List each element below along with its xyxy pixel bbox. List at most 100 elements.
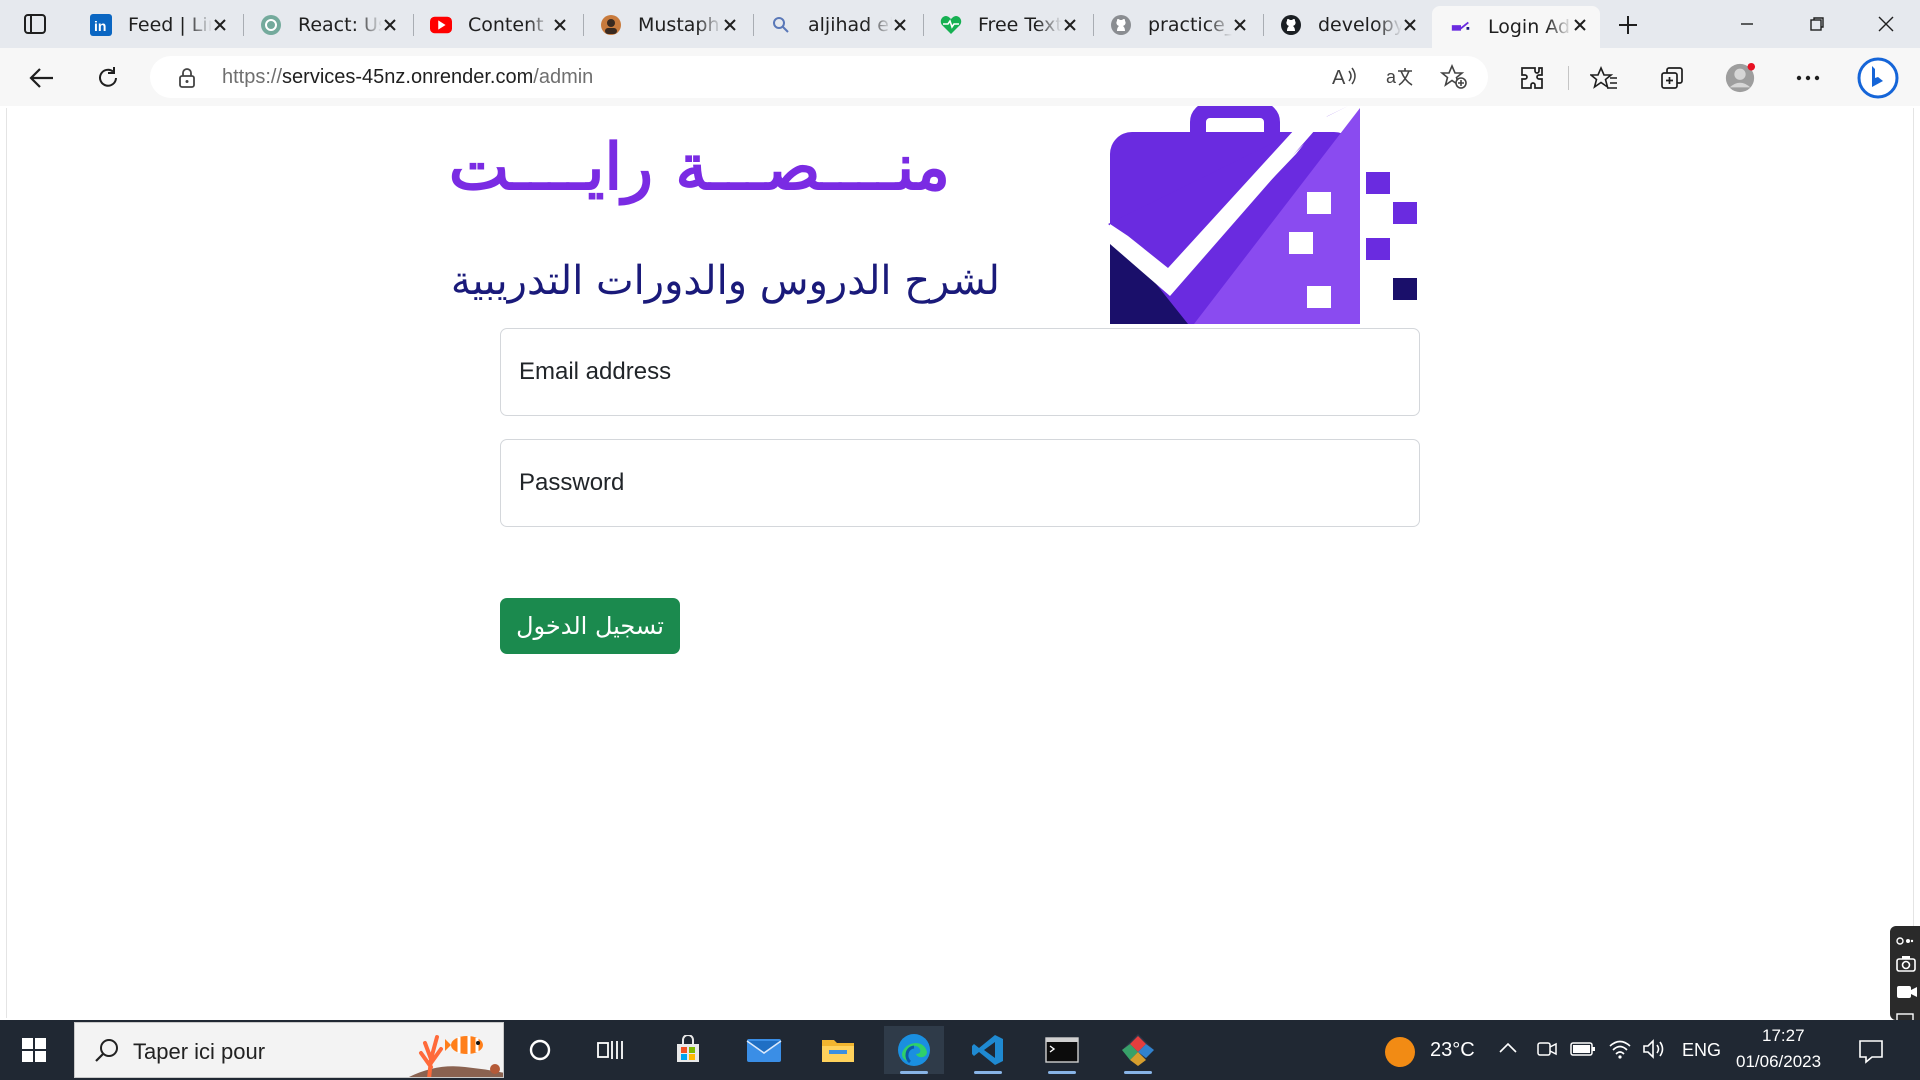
tab-title: practice_ [1148, 14, 1232, 36]
email-input[interactable] [519, 329, 1399, 415]
tab-title: developy [1318, 14, 1402, 36]
task-view-icon[interactable] [580, 1026, 640, 1074]
running-indicator [1124, 1071, 1152, 1074]
search-placeholder: Taper ici pour [133, 1039, 266, 1064]
video-icon[interactable] [1896, 984, 1918, 1003]
file-explorer-icon[interactable] [808, 1026, 868, 1074]
add-favorite-icon[interactable] [1439, 63, 1468, 94]
minimize-button[interactable] [1727, 8, 1767, 40]
password-input[interactable] [519, 440, 1399, 526]
taskbar: Taper ici pour 23°C ENG 17:27 01/06/2023 [0, 1020, 1920, 1080]
running-indicator [900, 1071, 928, 1074]
avatar-icon [600, 14, 622, 36]
close-tab-icon[interactable] [1400, 15, 1420, 35]
linkedin-icon: in [90, 14, 112, 36]
tab-title: Feed | LinkedIn [128, 14, 212, 36]
running-indicator [1048, 1071, 1076, 1074]
tab-actions-icon[interactable] [14, 10, 56, 38]
close-tab-icon[interactable] [1570, 15, 1590, 35]
search-icon [93, 1037, 121, 1069]
app-gem-icon[interactable] [1108, 1026, 1168, 1074]
link-icon[interactable] [1896, 932, 1914, 951]
heart-pulse-icon [940, 14, 962, 36]
volume-icon[interactable] [1642, 1038, 1666, 1064]
mail-icon[interactable] [734, 1026, 794, 1074]
url-scheme: https:// [222, 66, 283, 88]
side-tools-panel [1890, 926, 1920, 1023]
close-tab-icon[interactable] [1230, 15, 1250, 35]
close-window-button[interactable] [1866, 8, 1906, 40]
cortana-icon[interactable] [510, 1026, 570, 1074]
favorites-icon[interactable] [1588, 62, 1620, 94]
toolbar-divider [1568, 66, 1569, 90]
close-tab-icon[interactable] [380, 15, 400, 35]
tab-title: Content [468, 14, 544, 36]
tab-mustapha[interactable]: Mustapha [582, 6, 750, 44]
tab-youtube[interactable]: Content [412, 6, 580, 44]
notifications-icon[interactable] [1858, 1038, 1884, 1068]
store-icon[interactable] [658, 1026, 718, 1074]
tab-title: React: Using [298, 14, 382, 36]
login-button[interactable]: تسجيل الدخول [500, 598, 680, 654]
brand-logo [1108, 106, 1417, 324]
translate-icon[interactable]: a [1386, 65, 1414, 93]
github-icon [1280, 14, 1302, 36]
back-button[interactable] [26, 62, 58, 94]
brand-subtitle: لشرح الدروس والدورات التدريبية [450, 258, 1000, 304]
address-bar[interactable]: https://services-45nz.onrender.com/admin… [150, 56, 1488, 98]
tab-github-practice[interactable]: practice_ [1092, 6, 1260, 44]
tab-chatgpt[interactable]: React: Using [242, 6, 410, 44]
tab-github-developy[interactable]: developy [1262, 6, 1430, 44]
refresh-button[interactable] [92, 62, 124, 94]
tab-title: aljihad el [808, 14, 892, 36]
close-tab-icon[interactable] [550, 15, 570, 35]
lock-icon[interactable] [178, 67, 196, 93]
weather-icon[interactable] [1384, 1036, 1416, 1072]
read-aloud-icon[interactable]: A [1332, 65, 1360, 93]
search-icon [770, 14, 792, 36]
close-tab-icon[interactable] [720, 15, 740, 35]
extensions-icon[interactable] [1516, 62, 1548, 94]
close-tab-icon[interactable] [890, 15, 910, 35]
wifi-icon[interactable] [1608, 1038, 1632, 1064]
meet-now-icon[interactable] [1536, 1038, 1558, 1064]
clock-time[interactable]: 17:27 [1762, 1026, 1805, 1046]
svg-text:in: in [94, 18, 106, 34]
tab-free-text[interactable]: Free Text [922, 6, 1090, 44]
running-indicator [974, 1071, 1002, 1074]
url-path: /admin [533, 66, 594, 88]
clock-date[interactable]: 01/06/2023 [1736, 1052, 1821, 1072]
restore-button[interactable] [1797, 8, 1837, 40]
tab-linkedin[interactable]: in Feed | LinkedIn [72, 6, 240, 44]
browser-toolbar: https://services-45nz.onrender.com/admin… [0, 48, 1920, 106]
edge-taskbar-icon[interactable] [884, 1026, 944, 1074]
battery-icon[interactable] [1570, 1040, 1596, 1062]
weather-temp[interactable]: 23°C [1430, 1039, 1475, 1062]
site-logo-icon [1450, 16, 1472, 38]
close-tab-icon[interactable] [1060, 15, 1080, 35]
start-button[interactable] [4, 1026, 64, 1074]
collections-icon[interactable] [1656, 62, 1688, 94]
bing-chat-icon[interactable] [1856, 57, 1900, 99]
chevron-up-icon[interactable] [1498, 1040, 1518, 1060]
close-tab-icon[interactable] [210, 15, 230, 35]
new-tab-button[interactable] [1613, 10, 1643, 40]
brand-title: منــــصـــة رايــــت [448, 130, 950, 205]
tab-title: Free Text [978, 14, 1062, 36]
language-indicator[interactable]: ENG [1682, 1040, 1721, 1061]
url-host: services-45nz.onrender.com [282, 66, 534, 88]
tab-title: Login Admin [1488, 16, 1572, 38]
tab-login-admin[interactable]: Login Admin [1432, 6, 1600, 48]
url-text[interactable]: https://services-45nz.onrender.com/admin [222, 66, 593, 89]
terminal-icon[interactable] [1032, 1026, 1092, 1074]
email-field[interactable] [500, 328, 1420, 416]
vscode-icon[interactable] [958, 1026, 1018, 1074]
youtube-icon [430, 14, 452, 36]
tab-search-aljihad[interactable]: aljihad el [752, 6, 920, 44]
camera-icon[interactable] [1896, 956, 1916, 976]
taskbar-search[interactable]: Taper ici pour [74, 1022, 504, 1078]
svg-text:a: a [1386, 67, 1397, 87]
password-field[interactable] [500, 439, 1420, 527]
profile-avatar[interactable] [1724, 62, 1756, 94]
more-menu-icon[interactable] [1792, 62, 1824, 94]
